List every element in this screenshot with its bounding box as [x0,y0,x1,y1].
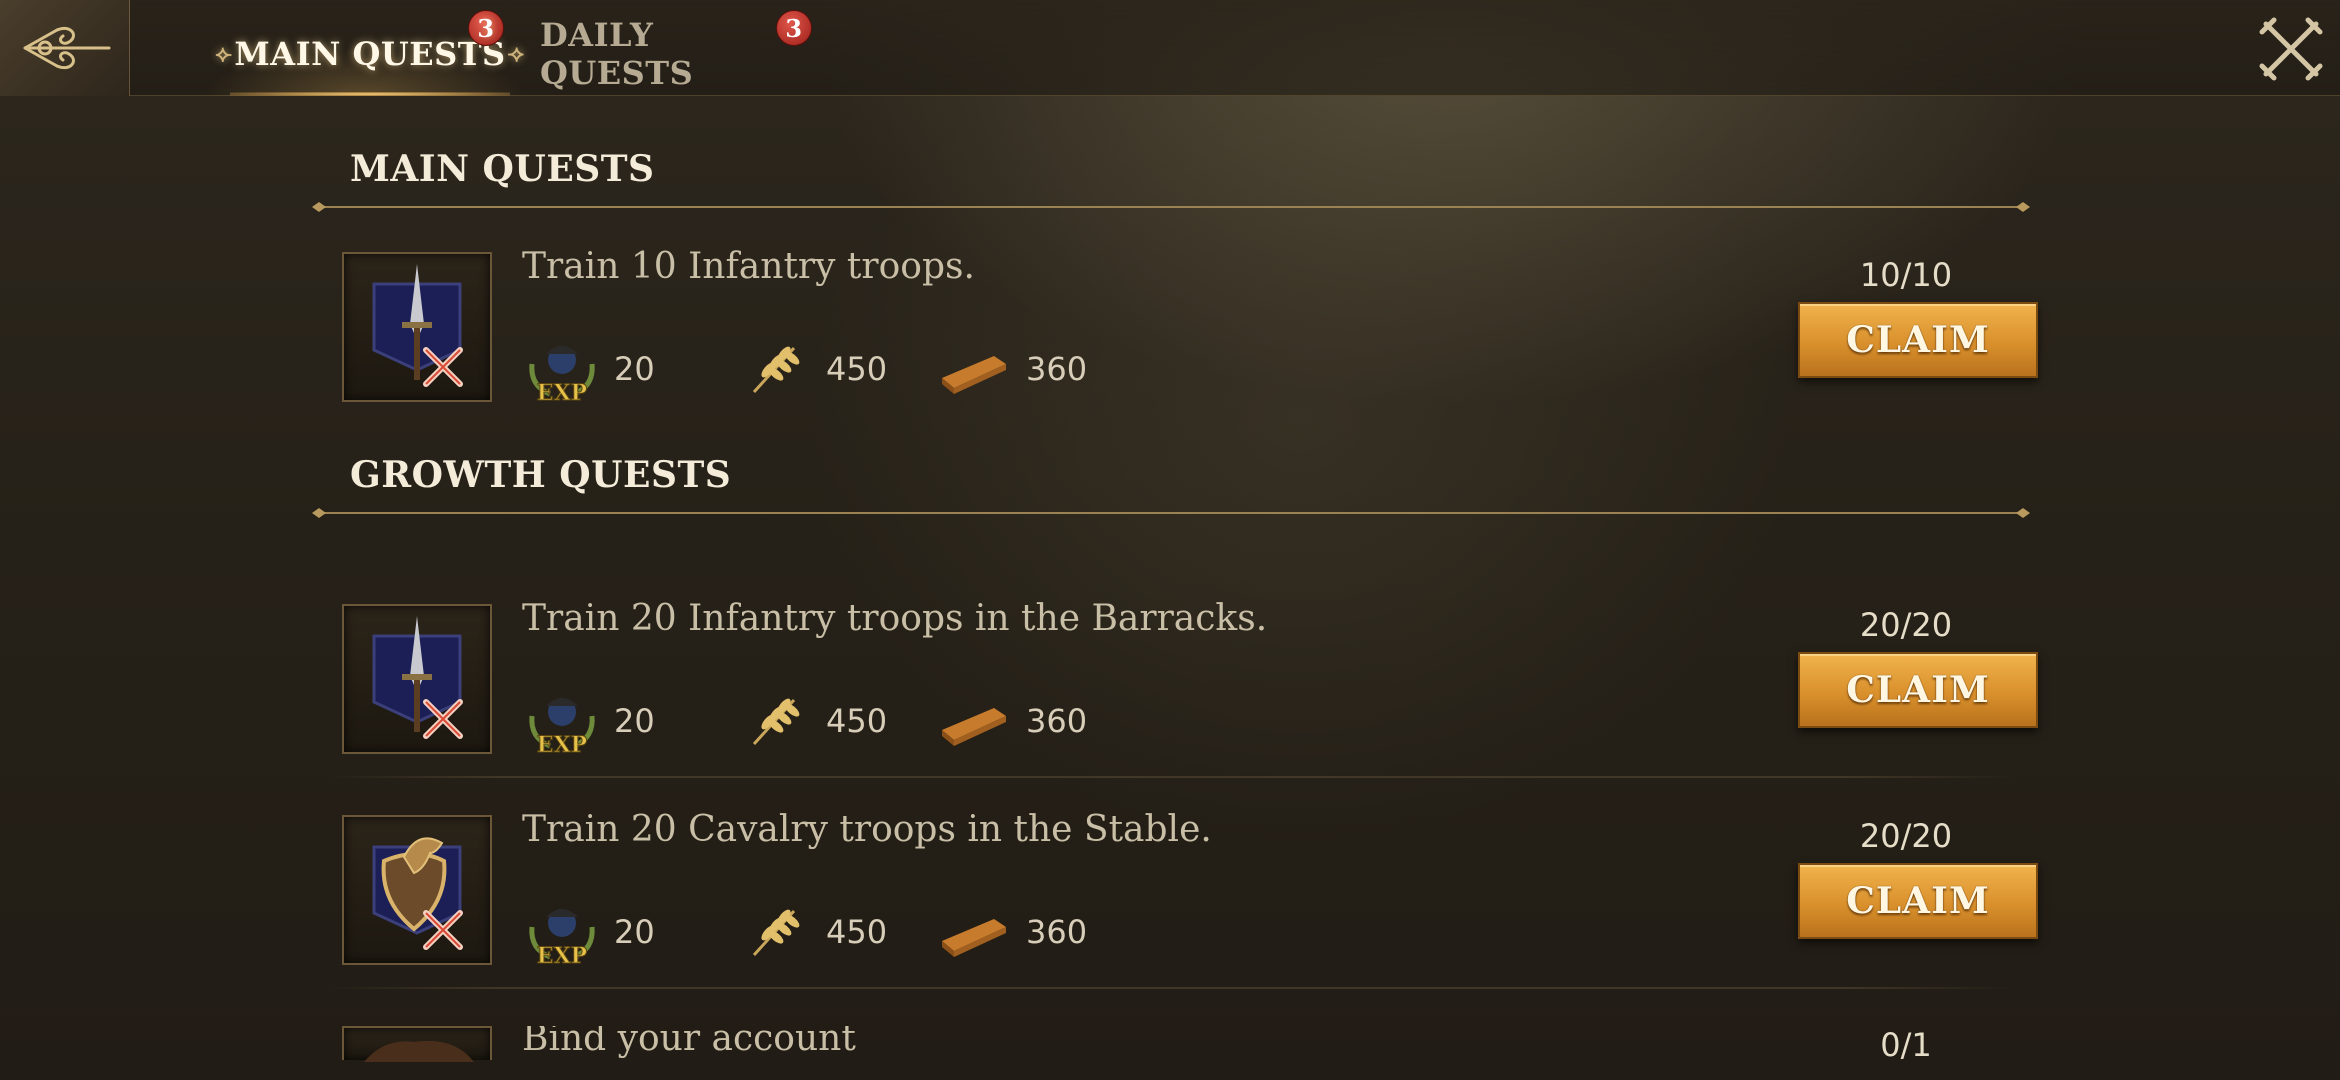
wood-icon [936,334,1012,404]
section-title-growth-quests: GROWTH QUESTS [350,454,732,496]
reward-exp-value: 20 [614,350,655,388]
tab-daily-quests-badge: 3 [776,10,812,46]
wheat-icon [736,897,812,967]
tab-main-quests-label: MAIN QUESTS [234,35,506,73]
crossed-swords-close-icon [2259,17,2323,81]
reward-food: 450 [736,686,887,756]
tab-ornament-right-icon: ⟢ [507,41,525,67]
row-divider [326,987,2016,989]
reward-wood-value: 360 [1026,350,1088,388]
claim-button[interactable]: CLAIM [1798,863,2038,939]
section-title-main-quests: MAIN QUESTS [350,148,655,190]
account-quest-icon [342,1026,492,1062]
reward-exp-value: 20 [614,702,655,740]
quest-progress: 0/1 [1880,1026,1932,1064]
infantry-quest-icon [342,252,492,402]
reward-exp-value: 20 [614,913,655,951]
claim-button[interactable]: CLAIM [1798,302,2038,378]
wheat-icon [736,334,812,404]
back-button[interactable] [0,0,130,96]
tab-ornament-left-icon: ⟣ [215,41,233,67]
quest-row: Train 20 Cavalry troops in the Stable. E… [326,809,2046,1005]
tab-daily-quests-label: DAILY QUESTS [540,16,694,92]
back-ornament-icon [23,27,110,69]
quest-progress: 10/10 [1859,256,1953,294]
tab-main-quests[interactable]: ⟣ MAIN QUESTS ⟢ 3 [210,10,530,96]
exp-label: EXP [537,380,587,404]
quest-title: Train 10 Infantry troops. [522,246,975,287]
quest-row: Train 20 Infantry troops in the Barracks… [326,598,2046,794]
section-divider [312,202,2030,212]
reward-food-value: 450 [826,702,888,740]
quest-title: Train 20 Cavalry troops in the Stable. [522,809,1212,850]
wood-icon [936,686,1012,756]
quest-row: Bind your account 0/1 [326,1026,2046,1080]
wood-icon [936,897,1012,967]
exp-label: EXP [537,943,587,967]
reward-food-value: 450 [826,350,888,388]
reward-food: 450 [736,897,887,967]
claim-button[interactable]: CLAIM [1798,652,2038,728]
quest-title: Bind your account [522,1026,856,1059]
wheat-icon [736,686,812,756]
section-divider [312,508,2030,518]
reward-exp: EXP 20 [524,897,655,970]
cavalry-quest-icon [342,815,492,965]
close-button[interactable] [2256,14,2326,84]
reward-wood: 360 [936,897,1087,967]
reward-food-value: 450 [826,913,888,951]
row-divider [326,776,2016,778]
exp-label: EXP [537,732,587,756]
reward-exp: EXP 20 [524,686,655,759]
quest-progress: 20/20 [1859,606,1953,644]
reward-food: 450 [736,334,887,404]
reward-wood-value: 360 [1026,913,1088,951]
exp-icon: EXP [524,686,600,759]
reward-wood: 360 [936,334,1087,404]
tab-daily-quests[interactable]: DAILY QUESTS 3 [540,10,812,94]
reward-exp: EXP 20 [524,334,655,407]
exp-icon: EXP [524,897,600,970]
quest-progress: 20/20 [1859,817,1953,855]
top-bar: ⟣ MAIN QUESTS ⟢ 3 DAILY QUESTS 3 [0,0,2340,96]
reward-wood-value: 360 [1026,702,1088,740]
infantry-quest-icon [342,604,492,754]
tab-main-quests-badge: 3 [468,10,504,46]
quest-row: Train 10 Infantry troops. EXP 20 450 360… [326,246,2046,442]
reward-wood: 360 [936,686,1087,756]
quest-title: Train 20 Infantry troops in the Barracks… [522,598,1268,639]
exp-icon: EXP [524,334,600,407]
